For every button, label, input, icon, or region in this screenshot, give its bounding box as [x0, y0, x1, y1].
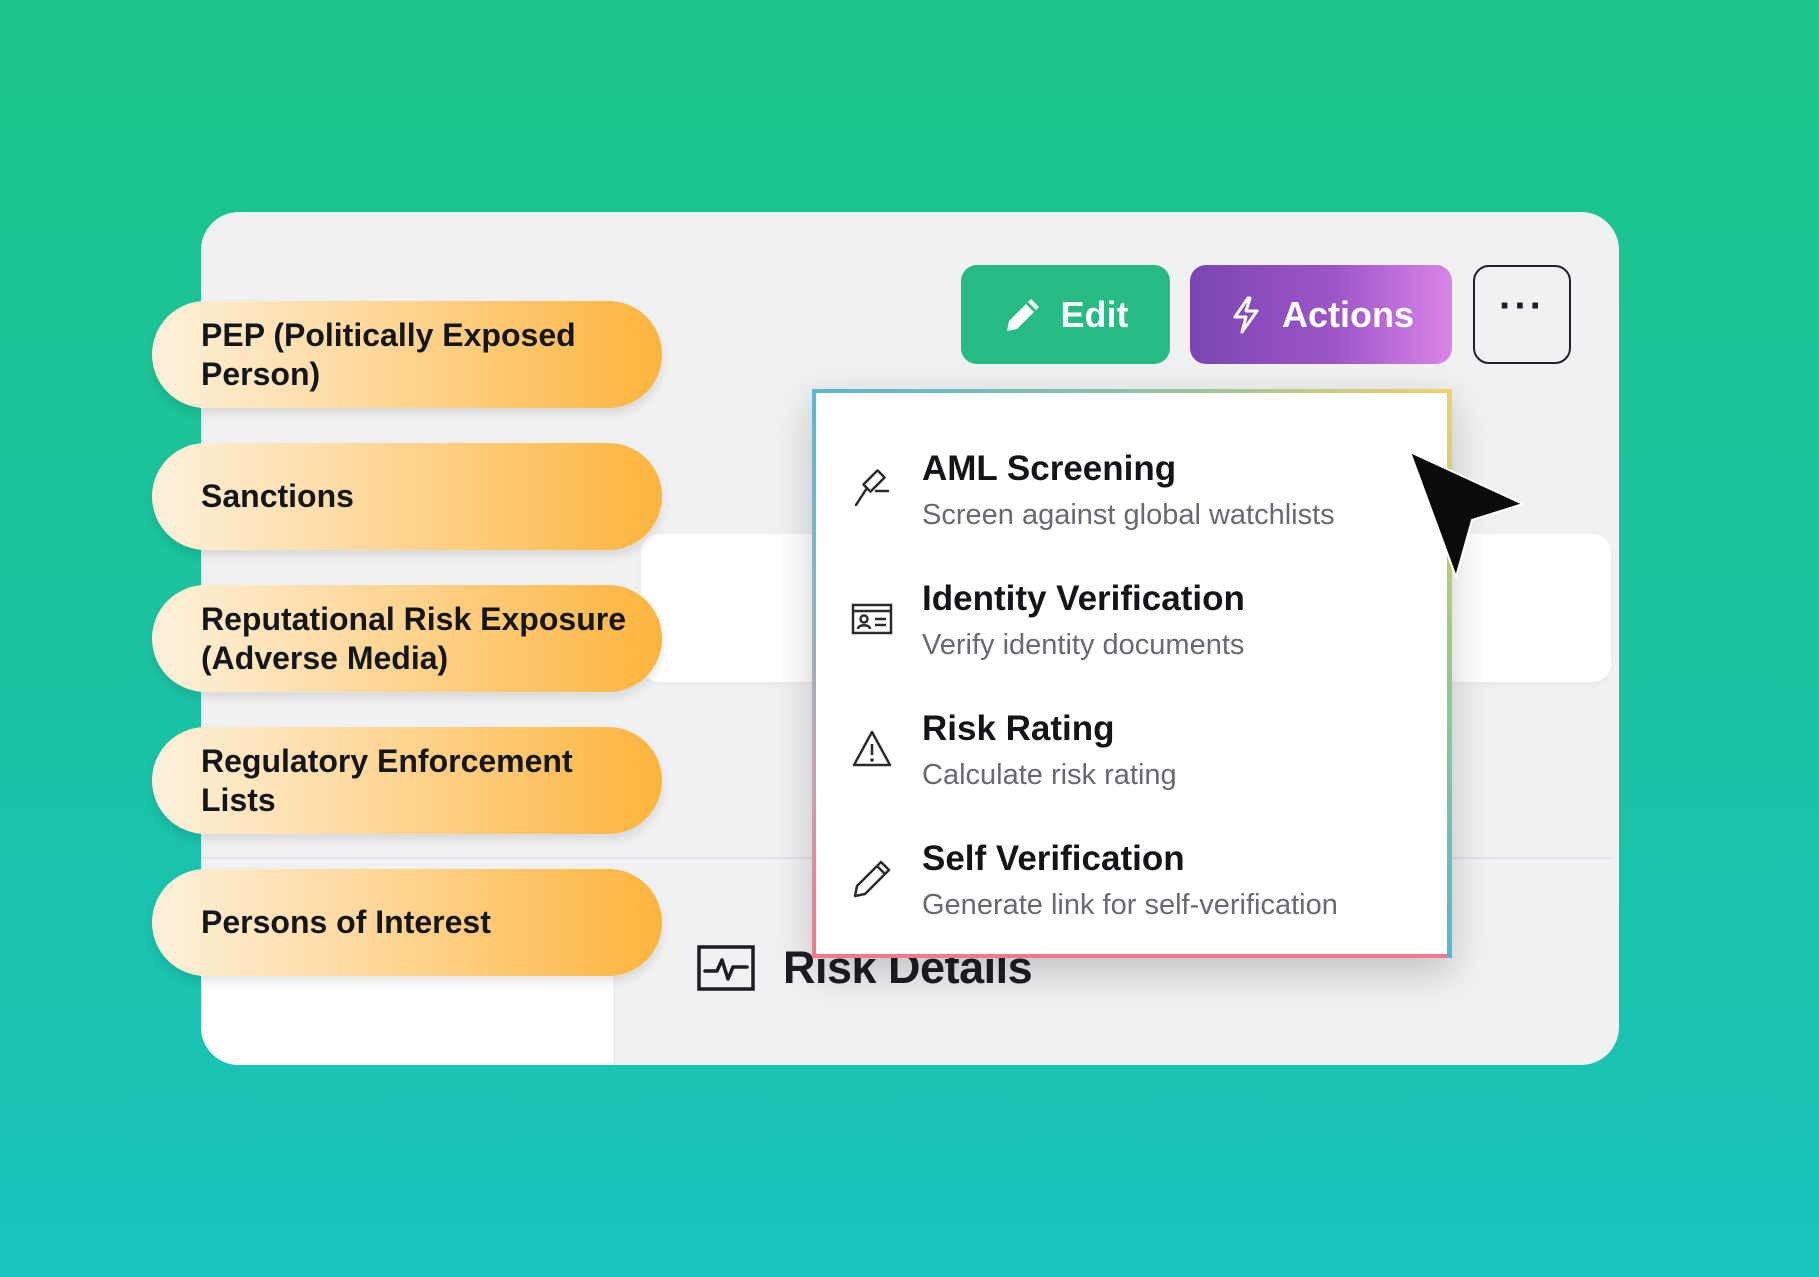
actions-menu: AML Screening Screen against global watc… [816, 393, 1448, 954]
menu-item-title: Risk Rating [922, 709, 1115, 748]
mouse-pointer-icon [1409, 451, 1524, 578]
actions-dropdown: AML Screening Screen against global watc… [812, 389, 1452, 958]
pencil-icon [1006, 298, 1039, 331]
risk-category-sanctions[interactable]: Sanctions [152, 443, 662, 550]
menu-item-title: Self Verification [922, 839, 1185, 878]
menu-item-risk-rating[interactable]: Risk Rating Calculate risk rating [816, 695, 1448, 805]
risk-category-label: PEP (Politically Exposed [201, 317, 576, 354]
gavel-icon [854, 469, 890, 507]
risk-category-label: Sanctions [201, 478, 354, 515]
menu-item-description: Verify identity documents [922, 629, 1245, 661]
menu-item-aml-screening[interactable]: AML Screening Screen against global watc… [816, 435, 1448, 545]
lightning-icon [1233, 296, 1259, 333]
risk-category-adverse-media[interactable]: Reputational Risk Exposure (Adverse Medi… [152, 585, 662, 692]
risk-category-pep[interactable]: PEP (Politically Exposed Person) [152, 301, 662, 408]
risk-category-label: Lists [201, 781, 276, 818]
menu-item-title: Identity Verification [922, 579, 1245, 618]
menu-item-description: Generate link for self-verification [922, 889, 1338, 921]
id-card-icon [851, 603, 893, 635]
more-icon: ··· [1499, 284, 1545, 328]
menu-item-identity-verification[interactable]: Identity Verification Verify identity do… [816, 565, 1448, 675]
risk-category-label: Persons of Interest [201, 904, 491, 941]
pencil-icon [853, 860, 891, 898]
edit-button[interactable]: Edit [961, 265, 1170, 364]
risk-category-label: Regulatory Enforcement [201, 743, 573, 780]
menu-item-description: Screen against global watchlists [922, 499, 1335, 531]
risk-category-label: (Adverse Media) [201, 639, 449, 676]
menu-item-title: AML Screening [922, 449, 1177, 488]
actions-button[interactable]: Actions [1190, 265, 1452, 364]
edit-button-label: Edit [1060, 293, 1129, 335]
menu-item-description: Calculate risk rating [922, 759, 1177, 791]
risk-category-label: Person) [201, 355, 321, 392]
risk-category-regulatory-enforcement[interactable]: Regulatory Enforcement Lists [152, 727, 662, 834]
warning-icon [852, 730, 892, 767]
activity-chart-icon [697, 945, 755, 991]
more-options-button[interactable]: ··· [1473, 265, 1571, 364]
actions-button-label: Actions [1281, 293, 1414, 335]
risk-category-label: Reputational Risk Exposure [201, 601, 626, 638]
risk-category-persons-of-interest[interactable]: Persons of Interest [152, 869, 662, 976]
menu-item-self-verification[interactable]: Self Verification Generate link for self… [816, 825, 1448, 935]
